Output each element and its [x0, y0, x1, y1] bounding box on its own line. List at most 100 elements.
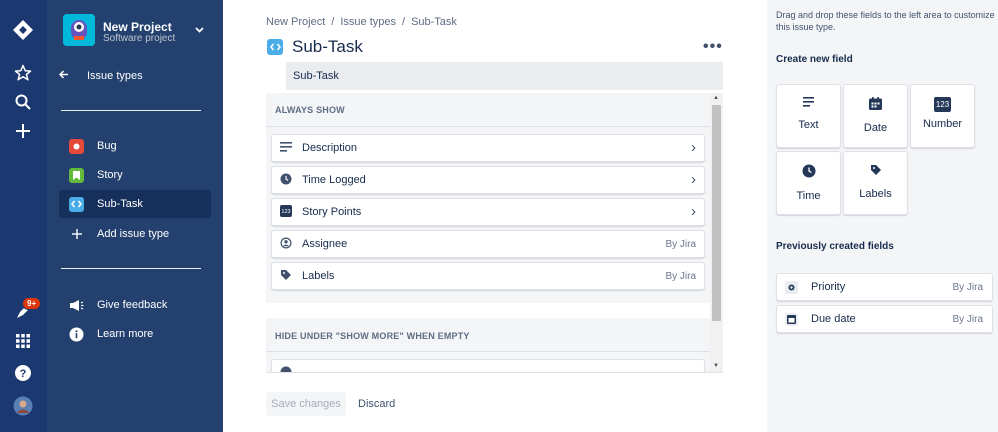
breadcrumb-separator: /: [402, 16, 406, 28]
text-icon: [803, 97, 814, 110]
breadcrumb-project[interactable]: New Project: [266, 16, 325, 28]
field-description[interactable]: Description ›: [271, 134, 705, 162]
field-story-points[interactable]: 123 Story Points ›: [271, 198, 705, 226]
prev-field-due-date[interactable]: Due date By Jira: [776, 305, 993, 333]
chevron-right-icon[interactable]: ›: [691, 203, 696, 220]
discard-button[interactable]: Discard: [351, 392, 402, 416]
field-partially-visible[interactable]: [271, 359, 705, 372]
jira-logo-icon[interactable]: [12, 19, 34, 41]
page-header: Sub-Task: [267, 37, 363, 57]
create-plus-icon[interactable]: [12, 120, 34, 142]
tag-icon: [870, 164, 882, 179]
arrow-left-icon: [58, 70, 69, 82]
app-switcher-icon[interactable]: [12, 330, 34, 352]
breadcrumb-current[interactable]: Sub-Task: [411, 16, 457, 28]
tile-label: Date: [863, 122, 888, 134]
section-gap: [266, 303, 710, 318]
breadcrumb-separator: /: [331, 16, 335, 28]
save-changes-button[interactable]: Save changes: [266, 392, 346, 416]
back-to-issue-types[interactable]: Issue types: [58, 66, 211, 86]
section-divider: [266, 126, 710, 127]
plus-icon: [69, 227, 84, 242]
clock-icon: [802, 164, 816, 181]
chevron-down-icon[interactable]: [195, 24, 204, 36]
field-time-logged[interactable]: Time Logged ›: [271, 166, 705, 194]
new-field-labels[interactable]: Labels: [843, 151, 908, 215]
user-icon: [280, 366, 292, 372]
new-field-time[interactable]: Time: [776, 151, 841, 215]
field-label: Labels: [302, 270, 335, 282]
field-assignee[interactable]: Assignee By Jira: [271, 230, 705, 258]
new-field-number[interactable]: 123 Number: [910, 84, 975, 148]
chevron-right-icon[interactable]: ›: [691, 139, 696, 156]
breadcrumb: New Project / Issue types / Sub-Task: [266, 16, 457, 28]
sidebar-divider: [61, 268, 201, 269]
sidebar-item-story[interactable]: Story: [59, 161, 211, 189]
section-hide-under-show-more: HIDE UNDER "SHOW MORE" WHEN EMPTY: [275, 331, 470, 341]
field-source: By Jira: [952, 281, 983, 293]
issue-type-description[interactable]: Sub-Task: [286, 62, 723, 90]
star-icon[interactable]: [12, 62, 34, 84]
notifications-badge: 9+: [22, 297, 42, 310]
sidebar-item-label: Bug: [97, 140, 117, 152]
prev-field-priority[interactable]: Priority By Jira: [776, 273, 993, 301]
back-label: Issue types: [87, 70, 143, 82]
new-field-text[interactable]: Text: [776, 84, 841, 148]
page-title[interactable]: Sub-Task: [292, 37, 363, 57]
field-label: Assignee: [302, 238, 348, 250]
tile-label: Number: [922, 118, 963, 130]
priority-icon: [785, 280, 798, 294]
previously-created-heading: Previously created fields: [776, 241, 894, 252]
calendar-icon: [869, 97, 882, 113]
bug-icon: [69, 138, 84, 154]
field-palette-panel: Drag and drop these fields to the left a…: [767, 0, 998, 432]
fields-panel: ALWAYS SHOW Description › Time Logged › …: [266, 93, 723, 373]
number-icon: 123: [280, 204, 292, 220]
user-icon: [280, 237, 292, 252]
field-label: Priority: [811, 281, 846, 293]
scrollbar-thumb[interactable]: [712, 105, 721, 321]
breadcrumb-issue-types[interactable]: Issue types: [340, 16, 396, 28]
field-label: Description: [302, 142, 358, 154]
field-labels[interactable]: Labels By Jira: [271, 262, 705, 290]
tile-label: Labels: [859, 188, 892, 200]
chevron-right-icon[interactable]: ›: [691, 171, 696, 188]
sidebar-item-bug[interactable]: Bug: [59, 132, 211, 160]
avatar[interactable]: [12, 395, 34, 417]
scroll-up-arrow-icon[interactable]: ▲: [713, 95, 719, 101]
more-actions-icon[interactable]: •••: [703, 38, 723, 56]
megaphone-icon: [69, 298, 84, 313]
tile-label: Time: [796, 190, 821, 202]
sidebar-item-add-issue-type[interactable]: Add issue type: [59, 220, 211, 248]
sidebar-divider: [61, 110, 201, 111]
svg-text:123: 123: [281, 209, 290, 215]
clock-icon: [280, 173, 292, 188]
sidebar-item-label: Learn more: [97, 328, 154, 340]
section-always-show: ALWAYS SHOW: [275, 105, 345, 115]
subtask-icon: [267, 39, 283, 55]
new-field-date[interactable]: Date: [843, 84, 908, 148]
sidebar-item-subtask[interactable]: Sub-Task: [59, 190, 211, 218]
field-label: Story Points: [302, 206, 362, 218]
drag-drop-hint: Drag and drop these fields to the left a…: [776, 10, 995, 32]
project-avatar[interactable]: [63, 14, 95, 46]
field-label: Time Logged: [302, 174, 366, 186]
field-label: Due date: [811, 313, 856, 325]
help-icon[interactable]: ?: [12, 362, 34, 384]
search-icon[interactable]: [12, 91, 34, 113]
global-nav-rail: 9+ ?: [0, 0, 47, 432]
scroll-down-arrow-icon[interactable]: ▼: [713, 363, 719, 369]
project-name[interactable]: New Project: [103, 20, 172, 34]
sidebar-item-label: Story: [97, 169, 123, 181]
sidebar-item-give-feedback[interactable]: Give feedback: [59, 291, 211, 319]
subtask-icon: [69, 196, 84, 212]
sidebar-item-label: Add issue type: [97, 228, 170, 240]
info-icon: [69, 327, 84, 342]
sidebar-item-learn-more[interactable]: Learn more: [59, 320, 211, 348]
story-icon: [69, 167, 84, 183]
project-type: Software project: [103, 33, 176, 44]
sidebar-item-label: Give feedback: [97, 299, 168, 311]
field-source: By Jira: [665, 270, 696, 282]
tile-label: Text: [798, 119, 819, 131]
tag-icon: [280, 269, 292, 284]
